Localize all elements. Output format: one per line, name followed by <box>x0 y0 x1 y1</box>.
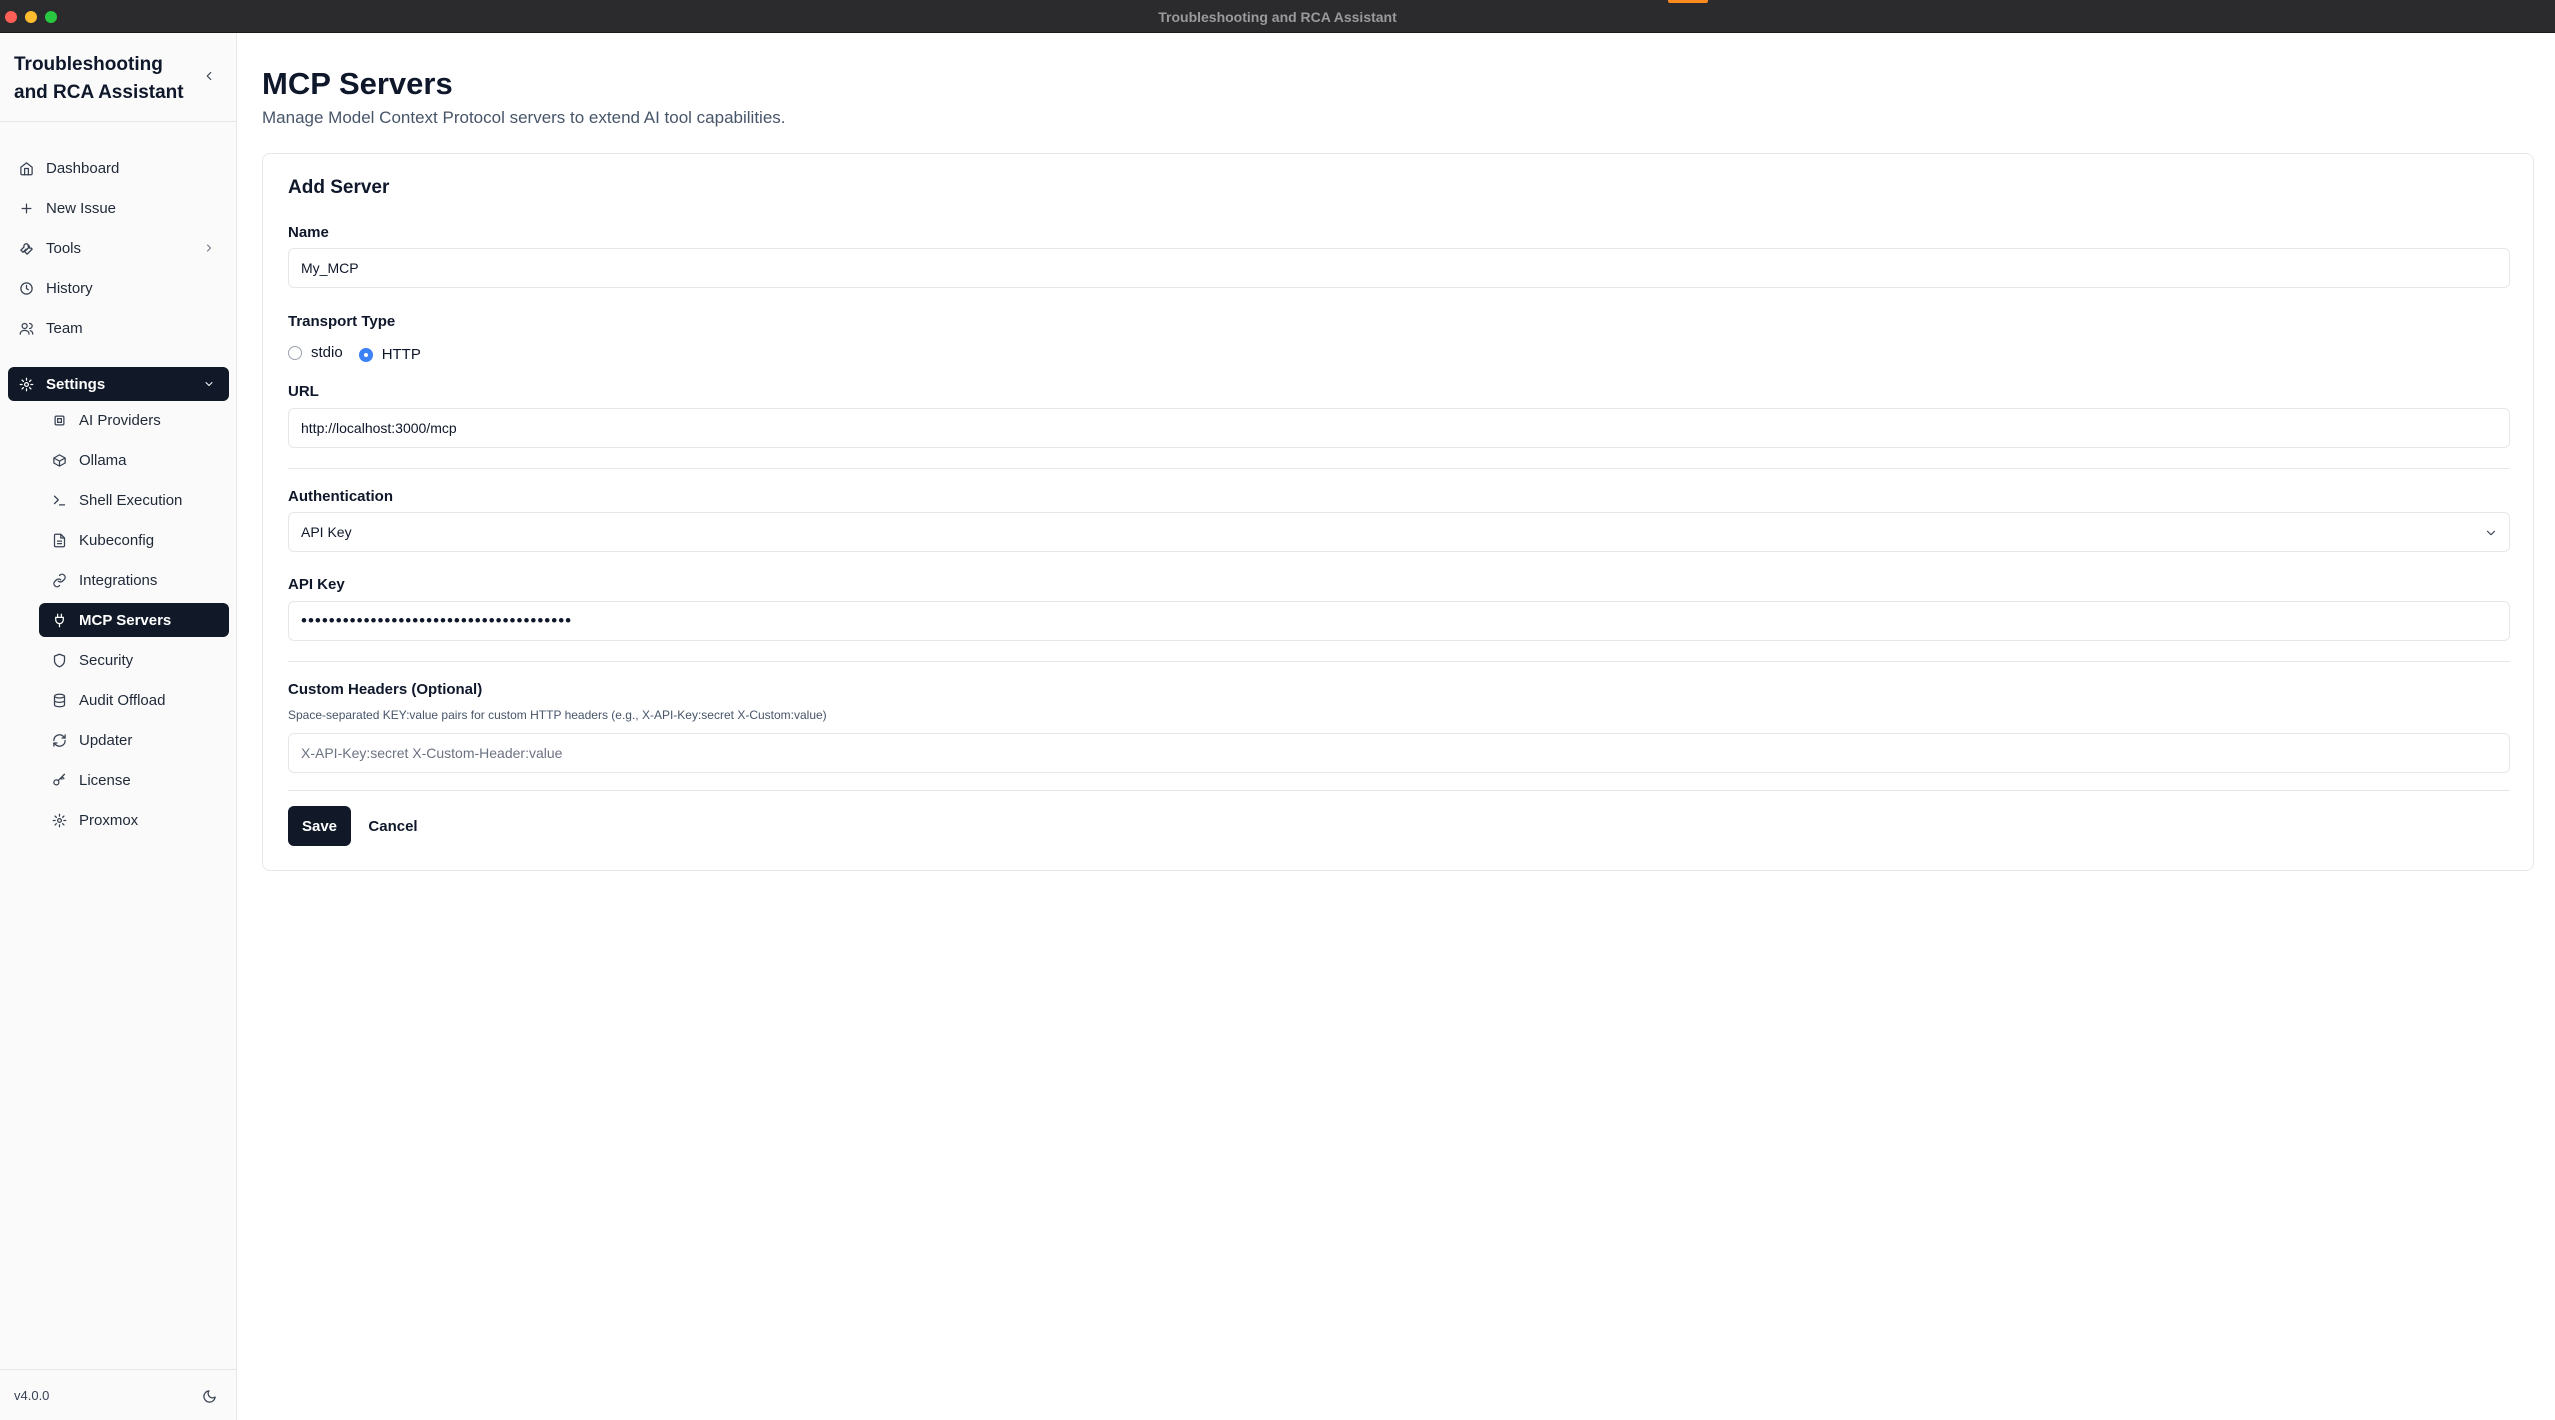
page-subtitle: Manage Model Context Protocol servers to… <box>262 108 786 127</box>
sidebar-item-dashboard[interactable]: Dashboard <box>8 151 229 185</box>
plus-icon <box>18 200 34 216</box>
footer-divider <box>0 1369 237 1370</box>
settings-item-label: Updater <box>79 731 133 749</box>
settings-item-audit-offload[interactable]: Audit Offload <box>39 683 229 717</box>
collapse-sidebar-button[interactable] <box>198 65 220 87</box>
settings-item-mcp-servers[interactable]: MCP Servers <box>39 603 229 637</box>
sidebar-item-label: Dashboard <box>46 159 120 177</box>
terminal-icon <box>51 492 67 508</box>
window-titlebar: Troubleshooting and RCA Assistant <box>0 0 2555 33</box>
name-label: Name <box>288 224 329 241</box>
sidebar-item-label: Team <box>46 319 83 337</box>
chevron-down-icon <box>2483 525 2499 541</box>
settings-item-label: AI Providers <box>79 411 161 429</box>
authentication-select[interactable]: API Key <box>288 512 2510 552</box>
add-server-card: Add Server Name Transport Type stdio HTT… <box>262 153 2534 871</box>
save-button[interactable]: Save <box>288 806 351 846</box>
http-radio[interactable] <box>358 347 373 362</box>
settings-item-license[interactable]: License <box>39 763 229 797</box>
app-version: v4.0.0 <box>14 1388 50 1403</box>
clock-icon <box>18 280 34 296</box>
wrench-icon <box>18 240 34 256</box>
settings-item-ollama[interactable]: Ollama <box>39 443 229 477</box>
sidebar-item-settings[interactable]: Settings <box>8 367 229 401</box>
titlebar-marker <box>1668 0 1708 3</box>
section-divider <box>288 468 2510 469</box>
settings-item-updater[interactable]: Updater <box>39 723 229 757</box>
window-title: Troubleshooting and RCA Assistant <box>1158 9 1397 25</box>
transport-option-http[interactable]: HTTP <box>358 346 421 363</box>
settings-item-label: Audit Offload <box>79 691 166 709</box>
settings-item-security[interactable]: Security <box>39 643 229 677</box>
sidebar-item-team[interactable]: Team <box>8 311 229 345</box>
settings-item-label: Proxmox <box>79 811 139 829</box>
settings-item-shell-execution[interactable]: Shell Execution <box>39 483 229 517</box>
page-title: MCP Servers <box>262 66 453 101</box>
transport-type-radio-group: stdio HTTP <box>288 342 437 363</box>
settings-item-label: Kubeconfig <box>79 531 155 549</box>
settings-item-label: Integrations <box>79 571 158 589</box>
authentication-selected-value: API Key <box>301 524 352 540</box>
sidebar-item-label: History <box>46 279 93 297</box>
chevron-left-icon <box>206 71 212 81</box>
section-divider <box>288 661 2510 662</box>
link-icon <box>51 572 67 588</box>
app-brand: Troubleshooting and RCA Assistant <box>14 54 184 103</box>
key-icon <box>51 772 67 788</box>
custom-headers-input[interactable] <box>288 733 2510 773</box>
api-key-label: API Key <box>288 576 345 593</box>
gear-icon <box>51 812 67 828</box>
settings-item-proxmox[interactable]: Proxmox <box>39 803 229 837</box>
cpu-icon <box>51 412 67 428</box>
file-icon <box>51 532 67 548</box>
http-label: HTTP <box>381 346 421 363</box>
brand-divider <box>0 121 237 122</box>
sidebar: Troubleshooting and RCA Assistant Dashbo… <box>0 33 237 1420</box>
sidebar-item-label: Tools <box>46 239 82 257</box>
settings-item-label: License <box>79 771 131 789</box>
sidebar-item-label: Settings <box>46 375 106 393</box>
api-key-input[interactable] <box>288 601 2510 641</box>
settings-item-label: Ollama <box>79 451 127 469</box>
users-icon <box>18 320 34 336</box>
stdio-label: stdio <box>311 344 343 361</box>
chevron-down-icon <box>201 376 217 392</box>
sidebar-item-new-issue[interactable]: New Issue <box>8 191 229 225</box>
authentication-label: Authentication <box>288 488 393 505</box>
card-title: Add Server <box>288 177 390 198</box>
name-input[interactable] <box>288 248 2510 288</box>
cancel-button[interactable]: Cancel <box>361 806 425 846</box>
section-divider <box>288 790 2510 791</box>
plug-icon <box>51 612 67 628</box>
box-icon <box>51 452 67 468</box>
transport-type-label: Transport Type <box>288 313 396 330</box>
gear-icon <box>18 376 34 392</box>
database-icon <box>51 692 67 708</box>
url-label: URL <box>288 383 319 400</box>
transport-option-stdio[interactable]: stdio <box>288 344 343 361</box>
custom-headers-label: Custom Headers (Optional) <box>288 681 483 698</box>
stdio-radio[interactable] <box>288 345 302 360</box>
settings-item-kubeconfig[interactable]: Kubeconfig <box>39 523 229 557</box>
shield-icon <box>51 652 67 668</box>
main-content: MCP Servers Manage Model Context Protoco… <box>238 33 2555 1420</box>
home-icon <box>18 160 34 176</box>
chevron-right-icon <box>201 240 217 256</box>
settings-item-ai-providers[interactable]: AI Providers <box>39 403 229 437</box>
sidebar-item-history[interactable]: History <box>8 271 229 305</box>
settings-item-label: MCP Servers <box>79 611 172 629</box>
settings-item-label: Security <box>79 651 134 669</box>
url-input[interactable] <box>288 408 2510 448</box>
custom-headers-help: Space-separated KEY:value pairs for cust… <box>288 708 827 722</box>
moon-icon <box>202 1389 216 1403</box>
refresh-icon <box>51 732 67 748</box>
sidebar-item-label: New Issue <box>46 199 117 217</box>
theme-toggle-button[interactable] <box>198 1385 220 1407</box>
settings-item-integrations[interactable]: Integrations <box>39 563 229 597</box>
settings-item-label: Shell Execution <box>79 491 183 509</box>
sidebar-item-tools[interactable]: Tools <box>8 231 229 265</box>
